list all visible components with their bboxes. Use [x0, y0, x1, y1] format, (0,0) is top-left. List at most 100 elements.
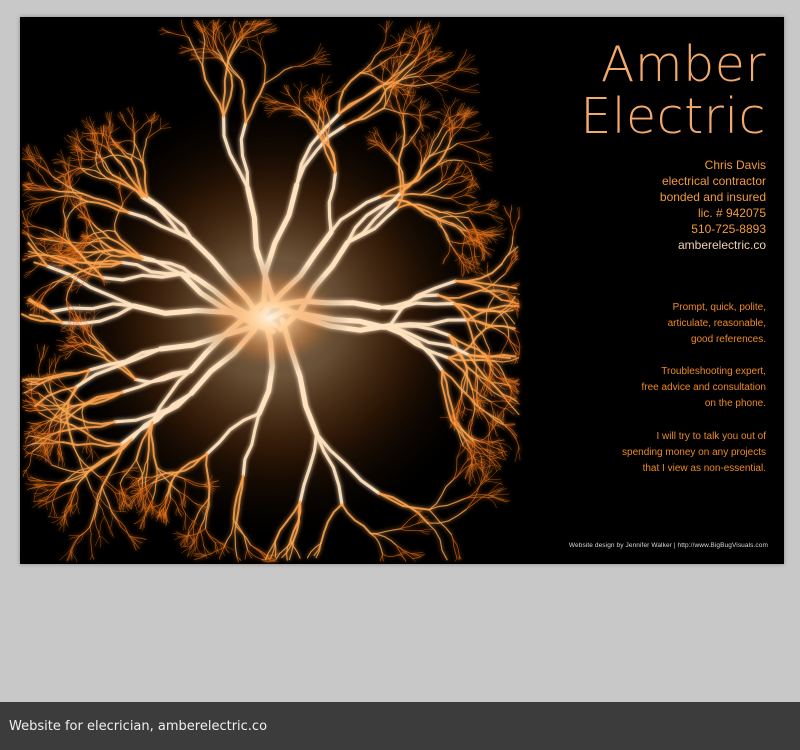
lightning-branch: [240, 48, 251, 53]
lightning-branch: [487, 497, 497, 508]
lightning-branch: [89, 555, 93, 560]
lightning-branch: [263, 66, 293, 85]
lightning-branch: [396, 53, 399, 66]
lightning-branch: [419, 528, 433, 531]
brand-title: Amber Electric: [446, 39, 766, 143]
lightning-branch: [90, 488, 105, 518]
brand-line-electric: Electric: [580, 88, 766, 145]
lightning-branch: [251, 40, 261, 46]
paragraph-line: Prompt, quick, polite,: [672, 302, 766, 313]
lightning-branch: [199, 41, 208, 47]
lightning-branch: [201, 57, 220, 59]
lightning-branch: [322, 75, 330, 87]
lightning-branch: [36, 196, 59, 207]
design-credit-link[interactable]: Website design by Jennifer Walker | http…: [569, 542, 768, 550]
lightning-branch: [291, 62, 315, 68]
lightning-branch: [321, 73, 324, 87]
lightning-branch: [84, 153, 105, 159]
lightning-branch: [410, 103, 420, 112]
paragraph-line: that I view as non-essential.: [642, 463, 766, 474]
lightning-branch: [247, 38, 251, 50]
lightning-branch: [22, 447, 31, 454]
info-column: Amber Electric Chris Davis electrical co…: [446, 17, 766, 477]
lightning-branch: [94, 517, 100, 537]
lightning-branch: [428, 132, 433, 142]
lightning-branch: [451, 534, 458, 559]
lightning-branch: [426, 134, 429, 143]
paragraph-line: good references.: [690, 334, 766, 345]
lightning-branch: [427, 522, 448, 561]
lightning-branch: [427, 508, 467, 524]
lightning-branch: [417, 59, 430, 77]
lightning-branch: [203, 545, 211, 556]
lightning-branch: [51, 514, 66, 524]
lightning-branch: [68, 156, 71, 169]
lightning-branch: [380, 42, 401, 52]
lightning-branch: [23, 199, 39, 202]
lightning-branch: [382, 553, 384, 562]
lightning-branch: [387, 59, 389, 71]
lightning-branch: [378, 24, 387, 33]
lightning-branch: [250, 48, 264, 61]
lightning-branch: [114, 492, 128, 498]
lightning-branch: [382, 553, 398, 557]
lightning-branch: [27, 213, 30, 224]
lightning-branch: [117, 114, 126, 123]
paragraph-line: I will try to talk you out of: [656, 431, 767, 442]
brand-line-amber: Amber: [600, 36, 766, 93]
lightning-branch: [98, 516, 105, 534]
lightning-branch: [201, 33, 206, 67]
lightning-branch: [274, 540, 277, 558]
lightning-branch: [419, 110, 421, 127]
paragraph-line: spending money on any projects: [622, 447, 766, 458]
contact-license: lic. # 942075: [697, 206, 766, 220]
lightning-branch: [262, 59, 266, 85]
lightning-branch: [412, 558, 416, 562]
paragraph-references: Prompt, quick, polite, articulate, reaso…: [446, 300, 766, 348]
contact-title: electrical contractor: [661, 174, 766, 188]
lightning-branch: [370, 532, 397, 546]
lightning-branch: [21, 159, 36, 161]
lightning-branch: [164, 496, 167, 514]
lightning-branch: [266, 553, 280, 557]
lightning-branch: [39, 232, 54, 239]
lightning-branch: [490, 495, 509, 502]
lightning-branch: [397, 554, 407, 562]
lightning-branch: [432, 21, 440, 39]
contact-phone: 510-725-8893: [691, 222, 766, 236]
lightning-branch: [56, 153, 65, 163]
caption-bar: Website for elecrician, amberelectric.co: [0, 702, 800, 750]
contact-block: Chris Davis electrical contractor bonded…: [446, 157, 766, 253]
lightning-branch: [32, 161, 54, 177]
paragraph-essentials: I will try to talk you out of spending m…: [446, 429, 766, 477]
lightning-branch: [220, 31, 225, 42]
lightning-branch: [432, 25, 440, 39]
lightning-branch: [385, 45, 401, 61]
lightning-branch: [485, 480, 504, 486]
lightning-branch: [33, 160, 39, 173]
lightning-branch: [381, 70, 384, 86]
lightning-branch: [48, 502, 53, 518]
lightning-branch: [99, 136, 103, 155]
lightning-branch: [38, 171, 52, 190]
lightning-branch: [244, 549, 248, 560]
lightning-branch: [94, 486, 103, 519]
lightning-branch: [95, 535, 100, 547]
lightning-branch: [198, 38, 208, 47]
lightning-branch: [133, 499, 138, 512]
lightning-branch: [75, 132, 84, 148]
lightning-branch: [40, 480, 63, 484]
lightning-branch: [131, 106, 134, 117]
website-link[interactable]: amberelectric.co: [446, 237, 766, 253]
caption-text: Website for elecrician, amberelectric.co: [9, 719, 268, 734]
lightning-branch: [110, 127, 120, 134]
lightning-branch: [313, 43, 322, 59]
lightning-branch: [21, 205, 38, 213]
lightning-branch: [428, 509, 452, 536]
paragraph-line: free advice and consultation: [641, 382, 766, 393]
lightning-branch: [217, 21, 227, 31]
lightning-branch: [360, 72, 389, 85]
lightning-branch: [428, 498, 466, 511]
lightning-branch: [370, 532, 384, 555]
lightning-branch: [431, 132, 440, 142]
